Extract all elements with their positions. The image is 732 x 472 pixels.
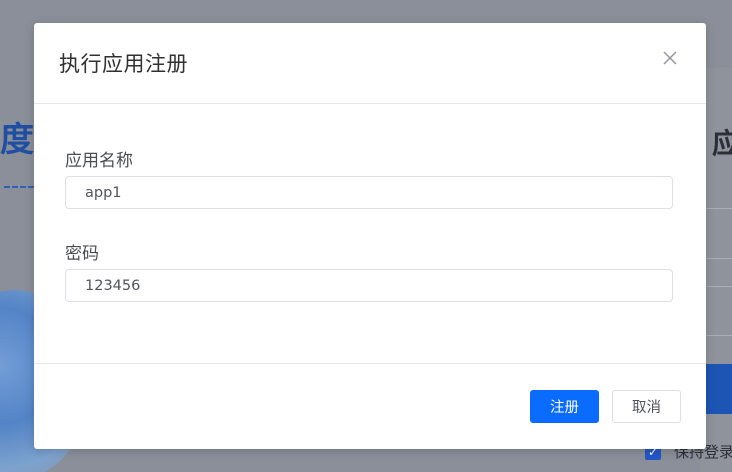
background-left-title: 度	[0, 120, 34, 160]
dialog-title: 执行应用注册	[59, 52, 188, 76]
close-button[interactable]	[660, 48, 680, 68]
app-name-input[interactable]	[65, 176, 673, 209]
password-label: 密码	[65, 244, 99, 264]
background-right-title: 应	[712, 127, 732, 160]
app-name-label: 应用名称	[65, 151, 133, 171]
cancel-button[interactable]: 取消	[612, 390, 681, 423]
background-divider	[706, 258, 732, 259]
close-icon[interactable]	[660, 48, 680, 68]
background-divider	[706, 208, 732, 209]
register-button[interactable]: 注册	[530, 390, 599, 423]
footer-divider	[34, 363, 706, 364]
background-divider	[706, 286, 732, 287]
background-divider	[706, 335, 732, 336]
background-login-button	[706, 364, 732, 414]
dialog-header: 执行应用注册	[34, 23, 706, 104]
password-input[interactable]	[65, 269, 673, 302]
app-register-dialog: 执行应用注册 应用名称 密码 注册 取消	[34, 23, 706, 449]
background-dashed-line	[4, 186, 34, 188]
